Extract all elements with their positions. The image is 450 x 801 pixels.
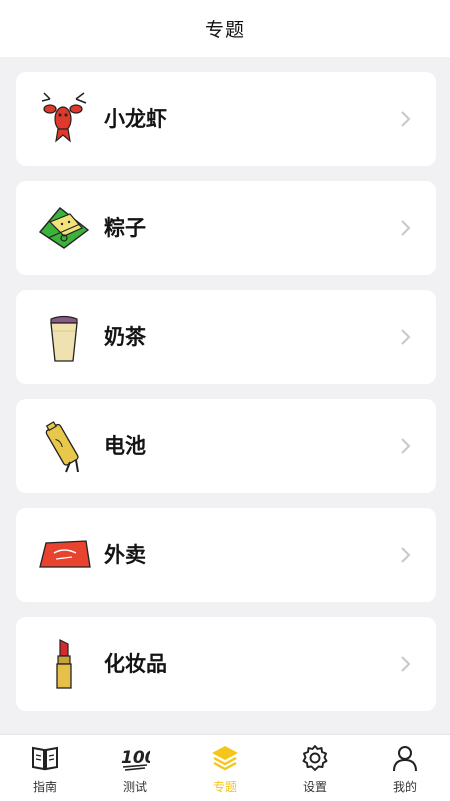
topic-card-zongzi[interactable]: 粽子 — [16, 181, 436, 275]
book-icon — [30, 743, 60, 773]
hundred-icon: 100 — [120, 743, 150, 773]
chevron-right-icon — [401, 656, 411, 672]
gear-icon — [300, 743, 330, 773]
tab-settings[interactable]: 设置 — [270, 735, 360, 801]
milk-tea-icon — [34, 307, 94, 367]
tab-profile[interactable]: 我的 — [360, 735, 450, 801]
tab-label: 设置 — [302, 780, 327, 794]
topic-card-cosmetics[interactable]: 化妆品 — [16, 617, 436, 711]
bottom-tab-bar: 指南 100 测试 专题 设置 — [0, 734, 450, 801]
topic-card-crayfish[interactable]: 小龙虾 — [16, 72, 436, 166]
tab-label: 测试 — [122, 780, 147, 794]
chevron-right-icon — [401, 111, 411, 127]
topic-card-milk-tea[interactable]: 奶茶 — [16, 290, 436, 384]
topic-card-battery[interactable]: 电池 — [16, 399, 436, 493]
topic-label: 奶茶 — [104, 325, 146, 349]
topic-label: 外卖 — [104, 543, 146, 567]
topic-card-takeout[interactable]: 外卖 — [16, 508, 436, 602]
tab-guide[interactable]: 指南 — [0, 735, 90, 801]
page-title: 专题 — [204, 19, 245, 41]
battery-icon — [34, 416, 94, 476]
lipstick-icon — [34, 634, 94, 694]
top-bar: 专题 — [0, 0, 450, 57]
topic-label: 化妆品 — [104, 652, 167, 676]
layers-icon — [210, 743, 240, 773]
topic-label: 粽子 — [104, 216, 146, 240]
tab-label: 指南 — [32, 780, 57, 794]
tab-test[interactable]: 100 测试 — [90, 735, 180, 801]
chevron-right-icon — [401, 547, 411, 563]
chevron-right-icon — [401, 220, 411, 236]
user-icon — [390, 743, 420, 773]
tab-topics[interactable]: 专题 — [180, 735, 270, 801]
chevron-right-icon — [401, 329, 411, 345]
tab-label: 我的 — [392, 780, 417, 794]
zongzi-icon — [34, 198, 94, 258]
topic-label: 电池 — [104, 434, 146, 458]
takeout-bag-icon — [34, 525, 94, 585]
tab-label: 专题 — [212, 780, 237, 794]
topic-label: 小龙虾 — [104, 107, 167, 131]
chevron-right-icon — [401, 438, 411, 454]
crayfish-icon — [34, 89, 94, 149]
